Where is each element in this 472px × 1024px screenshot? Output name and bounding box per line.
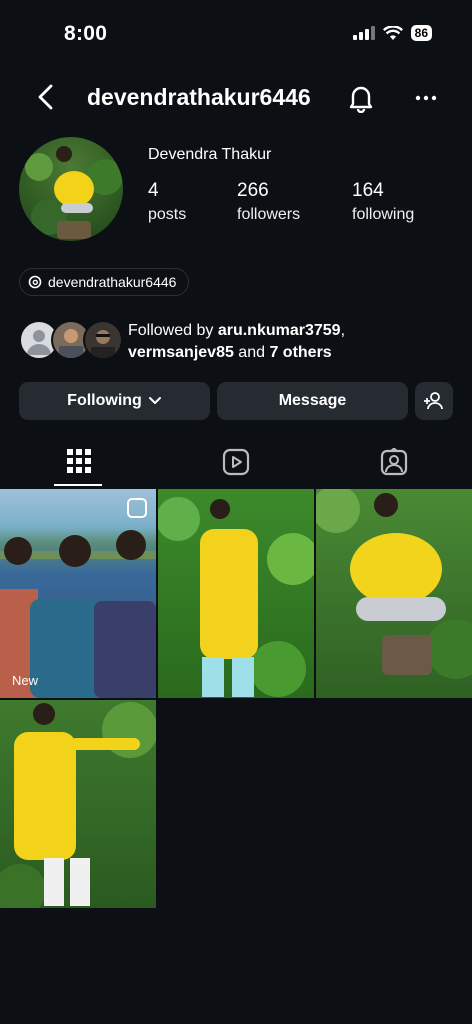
post-new-badge: New xyxy=(12,673,39,688)
cellular-signal-icon xyxy=(352,26,375,40)
post-tile-4[interactable] xyxy=(0,700,156,908)
back-arrow-icon[interactable] xyxy=(32,82,60,112)
reels-tab-icon[interactable] xyxy=(222,448,250,476)
profile-avatar[interactable] xyxy=(19,137,123,241)
post-tile-2[interactable] xyxy=(158,489,314,698)
threads-logo-icon xyxy=(28,275,42,289)
avatar-photo xyxy=(25,146,123,239)
status-time: 8:00 xyxy=(64,22,108,45)
followed-by-and: and xyxy=(233,344,270,361)
post-4-photo xyxy=(0,702,156,908)
mutual-followers-avatars[interactable] xyxy=(19,320,123,360)
followed-by-user-2[interactable]: vermsanjev85 xyxy=(128,344,234,361)
followed-by-others[interactable]: 7 others xyxy=(269,344,331,361)
display-name: Devendra Thakur xyxy=(148,146,272,163)
tagged-tab-icon[interactable] xyxy=(380,448,408,476)
notification-bell-icon[interactable] xyxy=(346,83,376,113)
profile-username: devendrathakur6446 xyxy=(87,84,311,110)
stat-followers-value: 266 xyxy=(237,180,269,201)
post-2-photo xyxy=(158,497,314,697)
grid-posts-tab-icon[interactable] xyxy=(66,448,92,474)
stat-following-value: 164 xyxy=(352,180,384,201)
message-button[interactable]: Message xyxy=(217,382,408,420)
threads-handle: devendrathakur6446 xyxy=(48,274,177,290)
stat-following-label: following xyxy=(352,206,415,223)
message-button-label: Message xyxy=(278,392,347,409)
stat-posts-label: posts xyxy=(148,206,187,223)
chevron-down-icon xyxy=(148,397,161,404)
mutual-avatar-3 xyxy=(83,320,123,360)
stat-posts[interactable]: 4 posts xyxy=(148,180,186,224)
battery-indicator: 86 xyxy=(410,25,432,41)
followed-by-text[interactable]: Followed by aru.nkumar3759, vermsanjev85… xyxy=(128,320,458,364)
following-button-label: Following xyxy=(67,392,142,409)
following-button[interactable]: Following xyxy=(19,382,210,420)
post-1-photo xyxy=(0,498,156,698)
suggested-people-button[interactable] xyxy=(415,382,453,420)
more-options-icon[interactable] xyxy=(414,90,438,106)
post-3-photo xyxy=(316,489,472,679)
post-tile-1[interactable]: New xyxy=(0,489,156,698)
followed-by-separator: , xyxy=(340,322,346,339)
active-tab-indicator xyxy=(54,484,102,486)
stat-following[interactable]: 164 following xyxy=(352,180,414,224)
threads-profile-link[interactable]: devendrathakur6446 xyxy=(19,268,190,296)
post-tile-3[interactable] xyxy=(316,489,472,698)
add-person-icon xyxy=(424,392,443,410)
wifi-icon xyxy=(382,25,403,40)
status-icons: 86 xyxy=(352,25,432,41)
stat-followers[interactable]: 266 followers xyxy=(237,180,300,224)
stat-posts-value: 4 xyxy=(148,180,159,201)
stat-followers-label: followers xyxy=(237,206,301,223)
followed-by-prefix: Followed by xyxy=(128,322,218,339)
followed-by-user-1[interactable]: aru.nkumar3759 xyxy=(218,322,341,339)
